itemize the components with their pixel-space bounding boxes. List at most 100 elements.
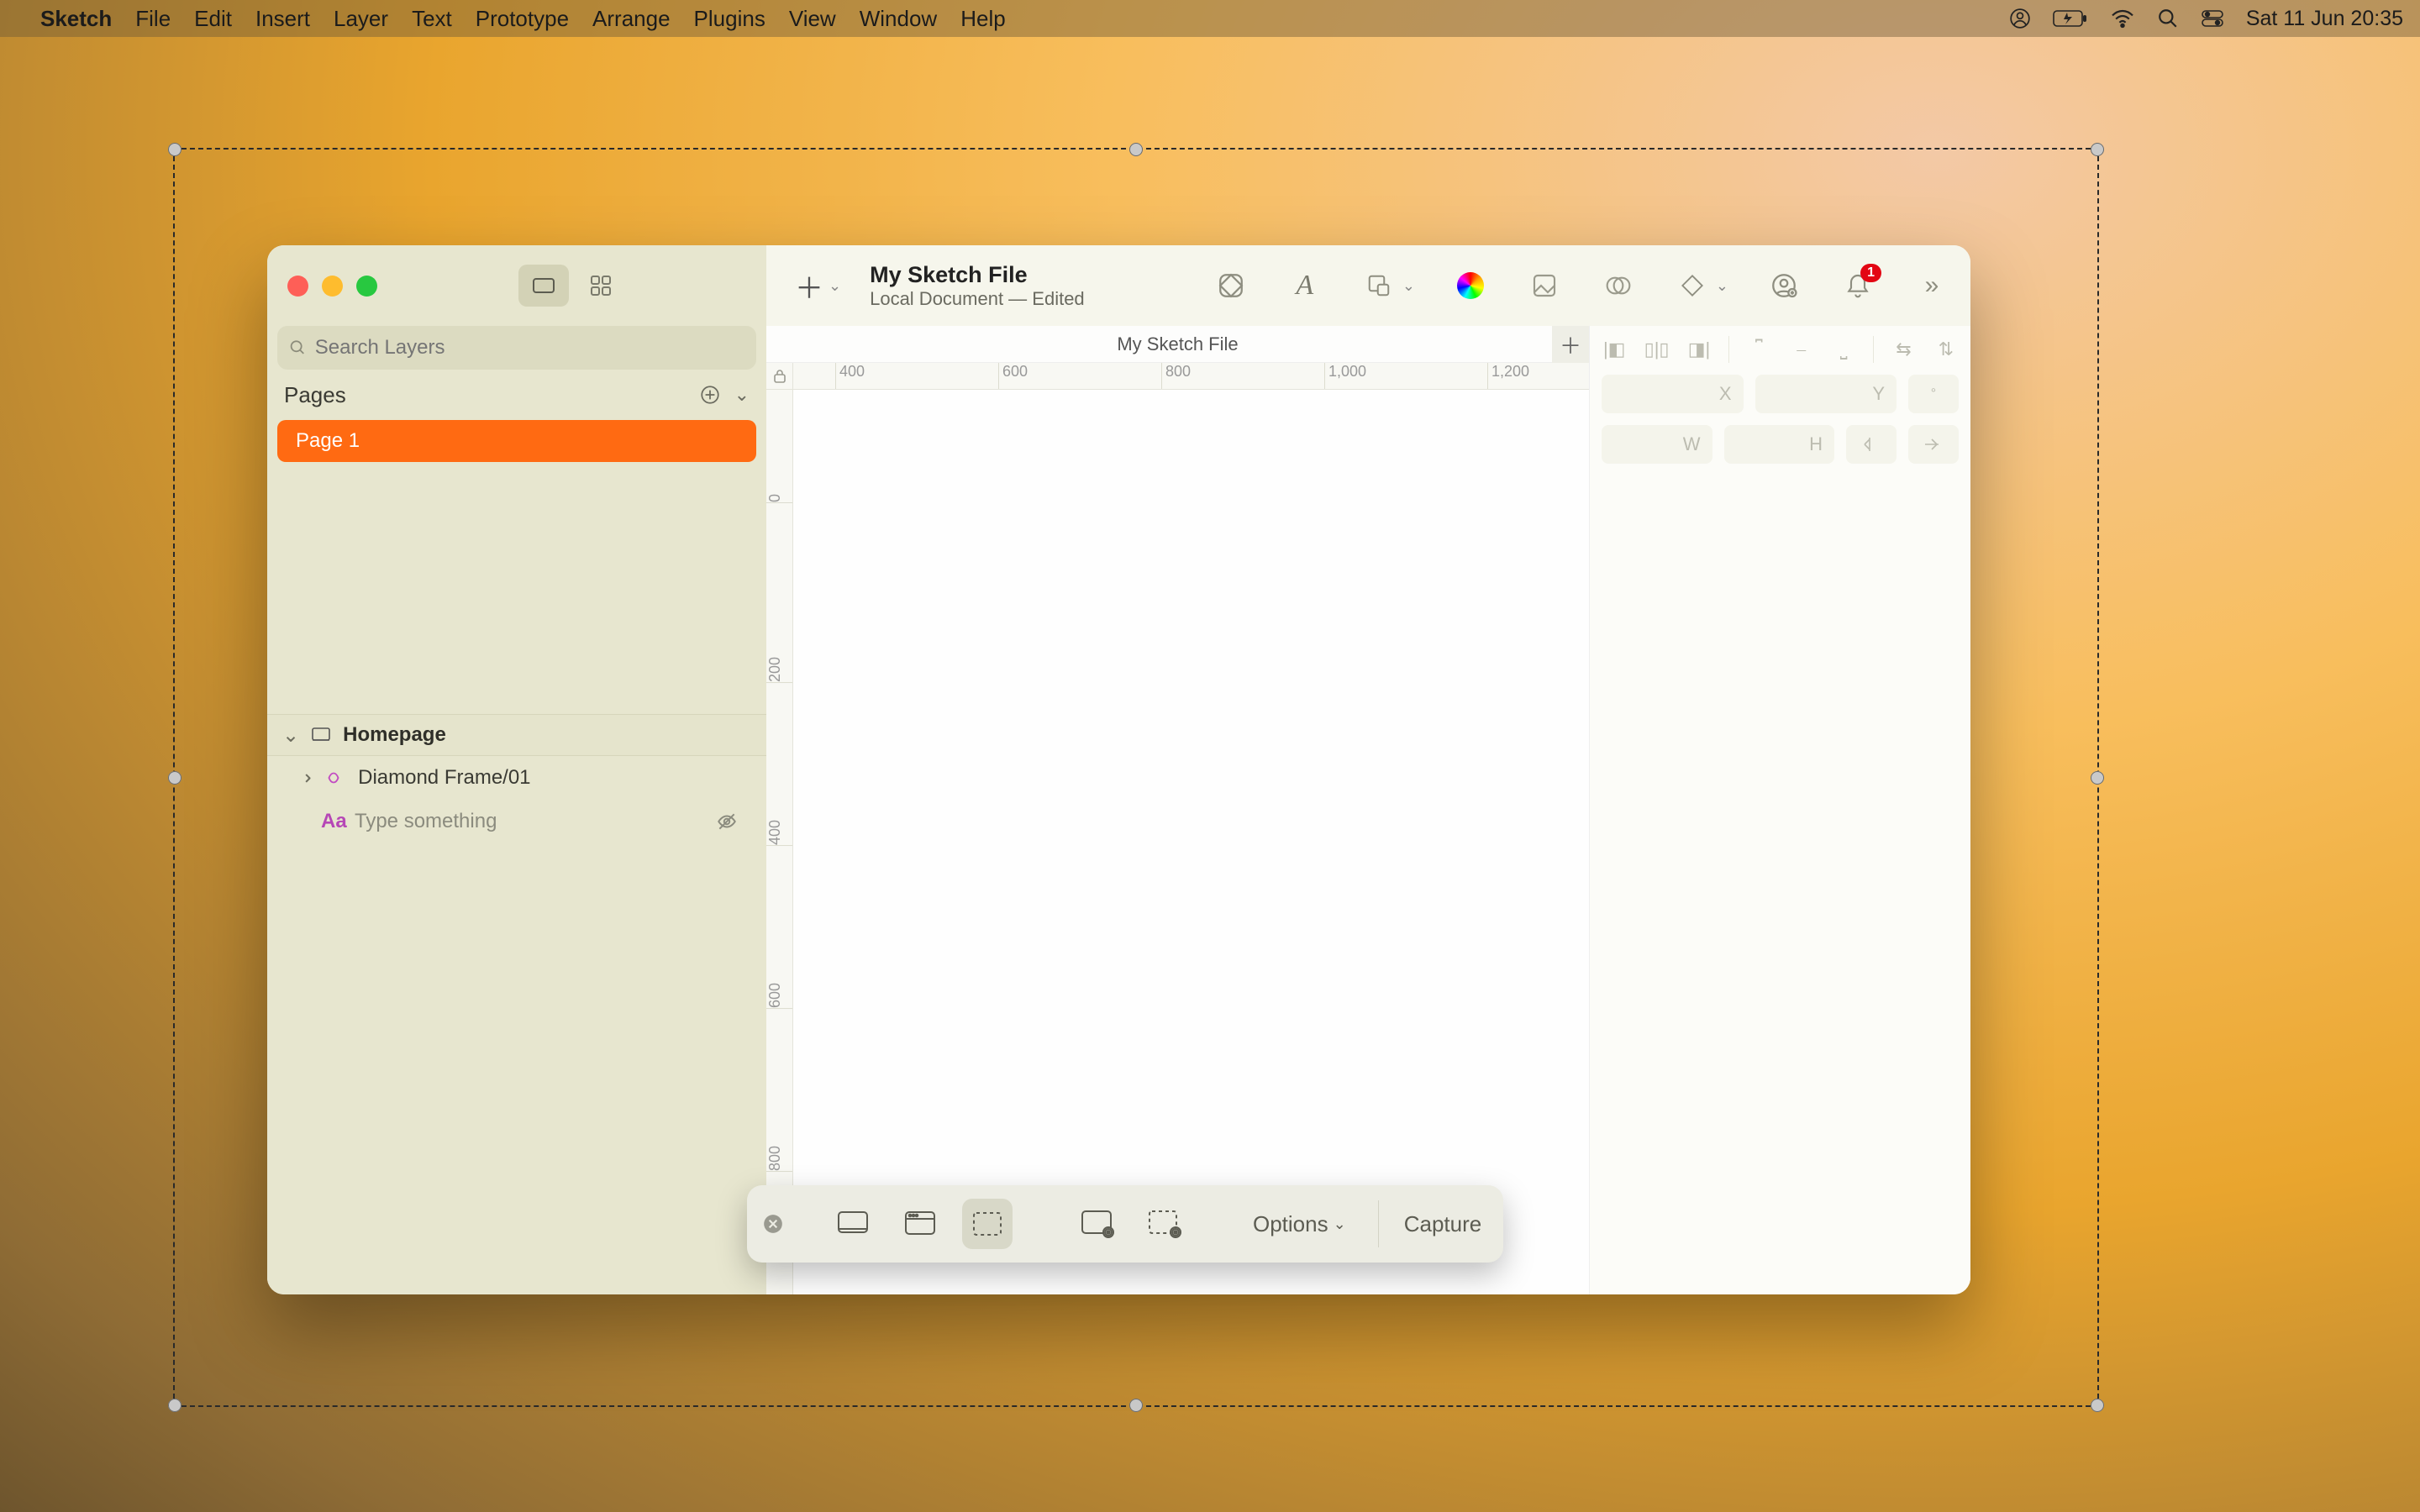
ruler-tick: 1,200 xyxy=(1487,363,1529,389)
view-layers-button[interactable] xyxy=(518,265,569,307)
battery-icon[interactable] xyxy=(2053,9,2088,28)
record-selection-icon[interactable] xyxy=(1140,1199,1191,1249)
menu-text[interactable]: Text xyxy=(412,6,452,32)
screenshot-close-icon[interactable] xyxy=(762,1213,784,1235)
search-input[interactable] xyxy=(315,336,744,360)
align-right-icon[interactable]: ◨| xyxy=(1686,336,1712,363)
canvas-area: My Sketch File ＋ 400 600 800 1,000 1,200 xyxy=(766,326,1589,1294)
mask-icon[interactable] xyxy=(1526,267,1563,304)
flip-v-icon[interactable] xyxy=(1908,425,1959,464)
menu-arrange[interactable]: Arrange xyxy=(592,6,671,32)
document-title: My Sketch File xyxy=(870,262,1085,288)
hidden-icon[interactable] xyxy=(716,811,738,832)
new-tab-button[interactable]: ＋ xyxy=(1552,326,1589,363)
tab-active[interactable]: My Sketch File xyxy=(1117,333,1238,355)
ruler-tick: 400 xyxy=(835,363,865,389)
menu-help[interactable]: Help xyxy=(960,6,1005,32)
canvas[interactable] xyxy=(793,390,1589,1294)
text-tool-icon[interactable]: A xyxy=(1286,267,1323,304)
symbol-tool-button[interactable]: ⌄ xyxy=(1674,267,1728,304)
capture-window-icon[interactable] xyxy=(895,1199,945,1249)
align-bottom-icon[interactable]: ⎵ xyxy=(1831,336,1856,363)
search-layers[interactable] xyxy=(277,326,756,370)
menu-plugins[interactable]: Plugins xyxy=(694,6,765,32)
rotate-field[interactable]: ° xyxy=(1908,375,1959,413)
artboard-icon xyxy=(311,727,331,743)
text-layer-icon: Aa xyxy=(321,810,343,833)
document-title-block[interactable]: My Sketch File Local Document — Edited xyxy=(870,262,1085,310)
chevron-down-icon: ⌄ xyxy=(282,723,299,748)
resize-handle-tm[interactable] xyxy=(1129,143,1143,156)
add-page-button[interactable] xyxy=(699,384,721,406)
page-label: Page 1 xyxy=(296,429,360,453)
user-icon[interactable] xyxy=(2009,8,2031,29)
resize-handle-mr[interactable] xyxy=(2091,771,2104,785)
search-icon xyxy=(289,339,307,357)
y-field[interactable]: Y xyxy=(1755,375,1897,413)
layer-item-group[interactable]: ⌄ Diamond Frame/01 xyxy=(267,756,766,800)
color-tint-icon[interactable] xyxy=(1452,267,1489,304)
menubar-datetime[interactable]: Sat 11 Jun 20:35 xyxy=(2246,7,2403,31)
align-center-h-icon[interactable]: ▯|▯ xyxy=(1644,336,1669,363)
align-left-icon[interactable]: |◧ xyxy=(1602,336,1627,363)
record-screen-icon[interactable] xyxy=(1073,1199,1123,1249)
menu-view[interactable]: View xyxy=(789,6,836,32)
capture-selection-icon[interactable] xyxy=(962,1199,1013,1249)
chevron-right-icon: ⌄ xyxy=(292,769,317,786)
sidebar-view-toggle xyxy=(518,265,626,307)
capture-screen-icon[interactable] xyxy=(828,1199,878,1249)
menu-edit[interactable]: Edit xyxy=(194,6,232,32)
flip-h-icon[interactable] xyxy=(1846,425,1897,464)
window-close-button[interactable] xyxy=(287,276,308,297)
align-row: |◧ ▯|▯ ◨| ⎴ ⎯ ⎵ ⇆ ⇅ xyxy=(1602,336,1959,363)
menu-file[interactable]: File xyxy=(135,6,171,32)
horizontal-ruler[interactable]: 400 600 800 1,000 1,200 xyxy=(793,363,1589,390)
spotlight-icon[interactable] xyxy=(2157,8,2179,29)
ruler-tick: 1,000 xyxy=(1324,363,1366,389)
toolbar-overflow-icon[interactable]: » xyxy=(1913,267,1950,304)
page-item-selected[interactable]: Page 1 xyxy=(277,420,756,462)
sketch-window: ＋⌄ My Sketch File Local Document — Edite… xyxy=(267,245,1970,1294)
distribute-h-icon[interactable]: ⇆ xyxy=(1891,336,1916,363)
align-top-icon[interactable]: ⎴ xyxy=(1746,336,1771,363)
resize-handle-tr[interactable] xyxy=(2091,143,2104,156)
shape-tool-button[interactable]: ⌄ xyxy=(1360,267,1415,304)
align-middle-icon[interactable]: ⎯ xyxy=(1789,336,1814,363)
menubar-app[interactable]: Sketch xyxy=(40,6,112,32)
window-zoom-button[interactable] xyxy=(356,276,377,297)
titlebar-left xyxy=(267,245,766,326)
view-components-button[interactable] xyxy=(576,265,626,307)
notification-badge: 1 xyxy=(1860,264,1881,282)
resize-handle-bl[interactable] xyxy=(168,1399,182,1412)
resize-handle-tl[interactable] xyxy=(168,143,182,156)
menu-layer[interactable]: Layer xyxy=(334,6,388,32)
vertical-ruler[interactable]: 0 200 400 600 800 xyxy=(766,390,793,1294)
h-field[interactable]: H xyxy=(1724,425,1835,464)
layer-item-text[interactable]: Aa Type something xyxy=(267,800,766,843)
menu-window[interactable]: Window xyxy=(860,6,937,32)
screenshot-options-button[interactable]: Options⌄ xyxy=(1234,1211,1365,1237)
wifi-icon[interactable] xyxy=(2110,8,2135,29)
resize-handle-ml[interactable] xyxy=(168,771,182,785)
boolean-icon[interactable] xyxy=(1600,267,1637,304)
distribute-v-icon[interactable]: ⇅ xyxy=(1933,336,1959,363)
create-symbol-icon[interactable] xyxy=(1213,267,1249,304)
ruler-tick: 800 xyxy=(1161,363,1191,389)
ruler-tick: 200 xyxy=(766,654,792,683)
resize-handle-br[interactable] xyxy=(2091,1399,2104,1412)
ruler-corner-lock-icon[interactable] xyxy=(766,363,793,390)
notifications-icon[interactable]: 1 xyxy=(1839,267,1876,304)
menu-insert[interactable]: Insert xyxy=(255,6,310,32)
collaborate-icon[interactable] xyxy=(1765,267,1802,304)
screenshot-capture-button[interactable]: Capture xyxy=(1378,1200,1507,1247)
menu-prototype[interactable]: Prototype xyxy=(476,6,569,32)
insert-button[interactable]: ＋⌄ xyxy=(786,265,841,307)
pages-menu-button[interactable]: ⌄ xyxy=(734,384,750,406)
window-minimize-button[interactable] xyxy=(322,276,343,297)
ruler-tick: 400 xyxy=(766,816,792,846)
resize-handle-bm[interactable] xyxy=(1129,1399,1143,1412)
w-field[interactable]: W xyxy=(1602,425,1712,464)
control-center-icon[interactable] xyxy=(2201,9,2224,28)
artboard-row[interactable]: ⌄ Homepage xyxy=(267,714,766,756)
x-field[interactable]: X xyxy=(1602,375,1744,413)
